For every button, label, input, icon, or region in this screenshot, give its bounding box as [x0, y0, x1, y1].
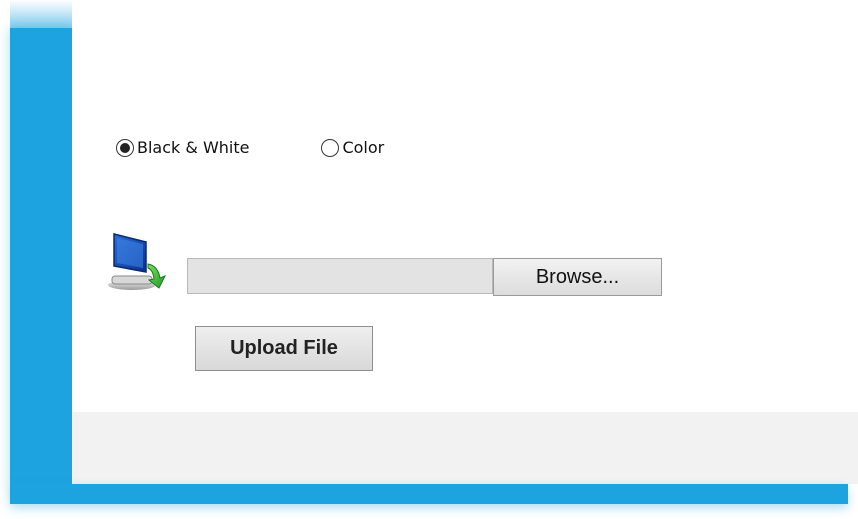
radio-black-white-label: Black & White: [137, 138, 250, 157]
footer-panel: [72, 412, 858, 484]
radio-dot-icon: [120, 142, 130, 153]
file-path-input[interactable]: [187, 258, 493, 294]
upload-dialog: Black & White Color Browse... Upload Fil…: [0, 0, 858, 519]
browse-button[interactable]: Browse...: [493, 258, 662, 296]
radio-color[interactable]: Color: [321, 138, 384, 157]
bottom-accent-bar: [10, 484, 848, 504]
radio-color-label: Color: [342, 138, 385, 157]
computer-upload-icon: [106, 228, 172, 292]
upload-file-button[interactable]: Upload File: [195, 326, 373, 371]
left-accent-bar-top: [10, 0, 72, 28]
radio-black-white[interactable]: Black & White: [116, 138, 249, 157]
left-accent-bar: [10, 28, 72, 490]
radio-selected-icon[interactable]: [116, 138, 134, 157]
radio-unselected-icon[interactable]: [321, 138, 340, 157]
color-mode-radio-group: Black & White Color: [116, 138, 384, 157]
